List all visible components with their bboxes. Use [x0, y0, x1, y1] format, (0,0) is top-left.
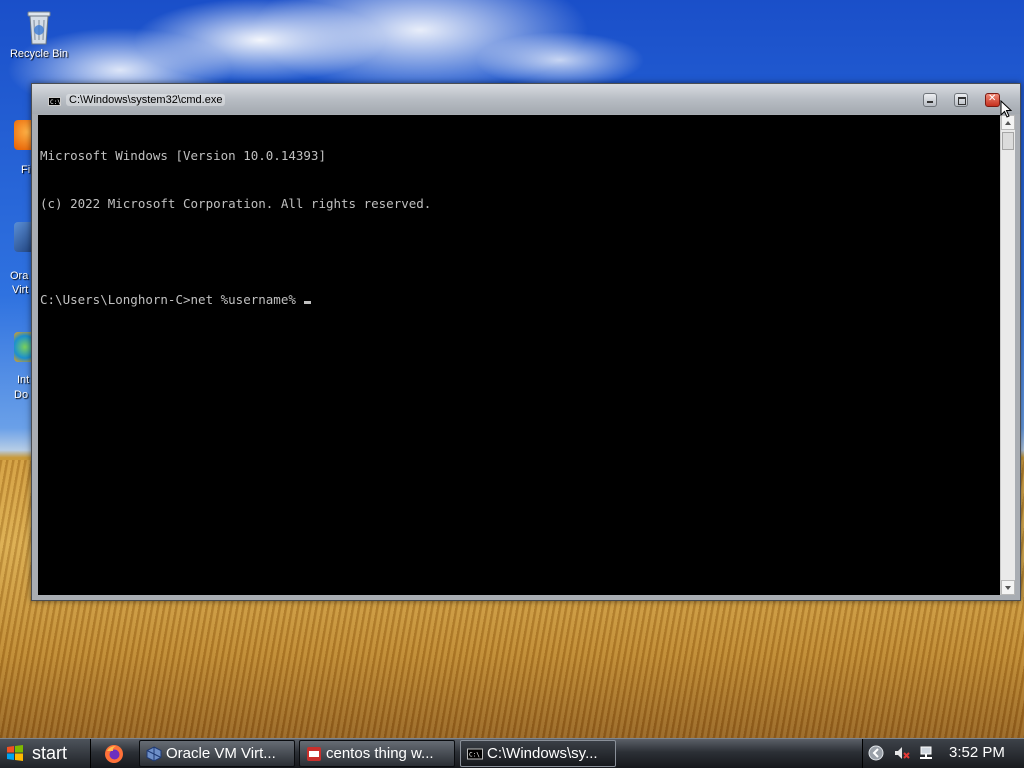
taskbar: start Oracle VM Virt... centos thing w..… — [0, 738, 1024, 768]
back-arrow-icon[interactable] — [868, 745, 884, 761]
desktop-icon-recycle-bin[interactable]: Recycle Bin — [3, 6, 75, 60]
text-cursor — [303, 301, 311, 304]
taskbar-button-cmd[interactable]: C:\ C:\Windows\sy... — [460, 740, 616, 767]
desktop-icon-label: Recycle Bin — [9, 48, 69, 60]
taskbar-button-label: Oracle VM Virt... — [166, 745, 276, 762]
window-title: C:\Windows\system32\cmd.exe — [66, 94, 226, 106]
scroll-down-button[interactable] — [1001, 580, 1015, 595]
cmd-icon: C:\ — [467, 748, 483, 760]
virtualbox-icon — [146, 746, 162, 762]
recycle-bin-icon — [21, 6, 57, 46]
console-output[interactable]: Microsoft Windows [Version 10.0.14393] (… — [38, 115, 1000, 595]
windows-logo-icon — [7, 745, 23, 761]
scrollbar-thumb[interactable] — [1002, 132, 1014, 150]
cmd-icon: C:\ — [48, 97, 61, 106]
vertical-scrollbar[interactable] — [1000, 115, 1015, 595]
desktop-icon-label-partial: Fi — [21, 164, 31, 176]
desktop-icon-label-partial: Do — [14, 389, 29, 401]
system-tray: 3:52 PM — [862, 739, 1024, 768]
console-line: (c) 2022 Microsoft Corporation. All righ… — [40, 196, 432, 211]
taskbar-button-label: centos thing w... — [326, 745, 434, 762]
console-line: Microsoft Windows [Version 10.0.14393] — [40, 148, 326, 163]
start-label: start — [32, 743, 68, 763]
maximize-button[interactable] — [954, 93, 968, 107]
desktop-icon-label-partial: Ora — [10, 270, 29, 282]
mouse-pointer-icon — [1000, 100, 1012, 118]
close-button[interactable] — [985, 93, 1000, 107]
network-icon[interactable] — [918, 745, 934, 761]
taskbar-button-document[interactable]: centos thing w... — [299, 740, 455, 767]
console-prompt-line[interactable]: C:\Users\Longhorn-C>net %username% — [40, 292, 998, 308]
minimize-button[interactable] — [923, 93, 937, 107]
desktop-icon-label-partial: Virt — [12, 284, 29, 296]
taskbar-button-virtualbox[interactable]: Oracle VM Virt... — [139, 740, 295, 767]
clock[interactable]: 3:52 PM — [949, 739, 1005, 767]
console-command: C:\Users\Longhorn-C>net %username% — [40, 292, 296, 307]
document-icon — [307, 747, 321, 761]
cmd-window[interactable]: C:\ C:\Windows\system32\cmd.exe Microsof… — [31, 83, 1021, 601]
volume-muted-icon[interactable] — [894, 745, 910, 761]
taskbar-button-label: C:\Windows\sy... — [487, 745, 598, 762]
window-titlebar[interactable]: C:\ C:\Windows\system32\cmd.exe — [32, 84, 1020, 114]
desktop-icon-label-partial: Int — [17, 374, 30, 386]
svg-text:C:\: C:\ — [469, 752, 480, 759]
firefox-icon[interactable] — [104, 744, 124, 764]
start-button[interactable]: start — [0, 739, 91, 768]
